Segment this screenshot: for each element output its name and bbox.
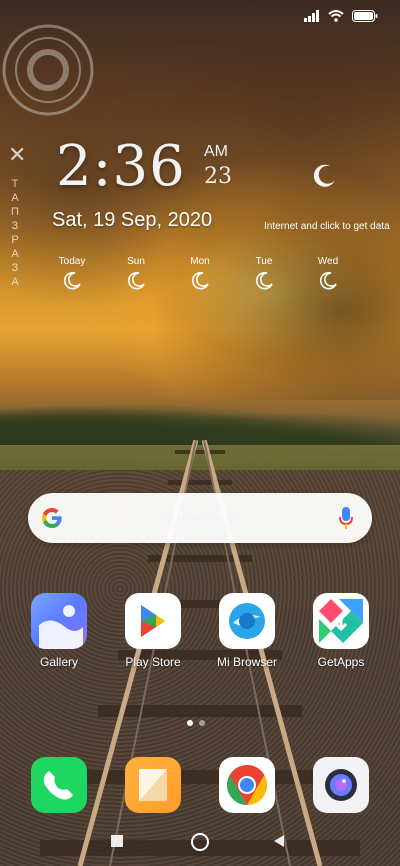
page-dot-active[interactable] bbox=[187, 720, 193, 726]
close-icon[interactable]: ✕ bbox=[8, 144, 26, 166]
forecast-day-mon: Mon bbox=[178, 256, 222, 291]
phone-icon[interactable] bbox=[31, 757, 87, 813]
app-gallery[interactable]: Gallery bbox=[19, 593, 99, 669]
google-icon[interactable] bbox=[40, 506, 64, 530]
gallery-icon[interactable] bbox=[31, 593, 87, 649]
forecast-day-today: Today bbox=[50, 256, 94, 291]
app-label: Mi Browser bbox=[216, 655, 277, 669]
vertical-text: ТАПЗРАЗА bbox=[9, 178, 21, 290]
forecast-day-label: Wed bbox=[317, 256, 339, 267]
app-mi-browser[interactable]: Mi Browser bbox=[207, 593, 287, 669]
moon-icon bbox=[128, 271, 145, 290]
google-search-bar[interactable] bbox=[28, 493, 372, 543]
app-label: GetApps bbox=[317, 655, 365, 669]
battery-icon bbox=[352, 10, 378, 22]
page-indicator[interactable] bbox=[187, 720, 205, 726]
moon-icon bbox=[256, 271, 273, 290]
app-label: Play Store bbox=[125, 655, 181, 669]
moon-icon bbox=[192, 271, 209, 290]
date[interactable]: Sat, 19 Sep, 2020 bbox=[52, 209, 212, 232]
decorative-ring bbox=[2, 24, 94, 116]
forecast-day-tue: Tue bbox=[242, 256, 286, 291]
moon-icon bbox=[313, 164, 335, 187]
cellular-signal-icon bbox=[304, 10, 320, 22]
chrome-icon[interactable] bbox=[219, 757, 275, 813]
forecast-day-label: Today bbox=[58, 256, 86, 267]
page-dot[interactable] bbox=[199, 720, 205, 726]
forecast-day-label: Sun bbox=[127, 256, 145, 267]
microphone-icon[interactable] bbox=[338, 505, 354, 531]
mi-browser-icon[interactable] bbox=[219, 593, 275, 649]
forecast-day-label: Tue bbox=[255, 256, 273, 267]
clock-time[interactable]: 2:36 bbox=[56, 134, 186, 199]
app-getapps[interactable]: GetApps bbox=[301, 593, 381, 669]
moon-icon bbox=[320, 271, 337, 290]
play-store-icon[interactable] bbox=[125, 593, 181, 649]
app-label: Gallery bbox=[39, 655, 78, 669]
dock-chrome[interactable] bbox=[207, 757, 287, 813]
forecast-day-wed: Wed bbox=[306, 256, 350, 291]
forecast-day-sun: Sun bbox=[114, 256, 158, 291]
moon-icon bbox=[64, 271, 81, 290]
internet-note[interactable]: Internet and click to get data bbox=[264, 221, 390, 232]
camera-icon[interactable] bbox=[313, 757, 369, 813]
forecast: Today Sun Mon Tue Wed bbox=[50, 256, 350, 291]
clock-ampm: AM bbox=[204, 143, 228, 160]
tree-line bbox=[0, 400, 400, 470]
dock-notes[interactable] bbox=[113, 757, 193, 813]
getapps-icon[interactable] bbox=[313, 593, 369, 649]
dock-phone[interactable] bbox=[19, 757, 99, 813]
dock-camera[interactable] bbox=[301, 757, 381, 813]
navigation-bar bbox=[0, 822, 400, 866]
forecast-day-label: Mon bbox=[190, 256, 210, 267]
app-play-store[interactable]: Play Store bbox=[113, 593, 193, 669]
home-button[interactable] bbox=[190, 832, 210, 852]
back-button[interactable] bbox=[272, 834, 286, 848]
clock-seconds: 23 bbox=[204, 164, 232, 189]
wifi-icon bbox=[328, 10, 344, 22]
notes-icon[interactable] bbox=[125, 757, 181, 813]
recent-apps-button[interactable] bbox=[110, 834, 124, 848]
